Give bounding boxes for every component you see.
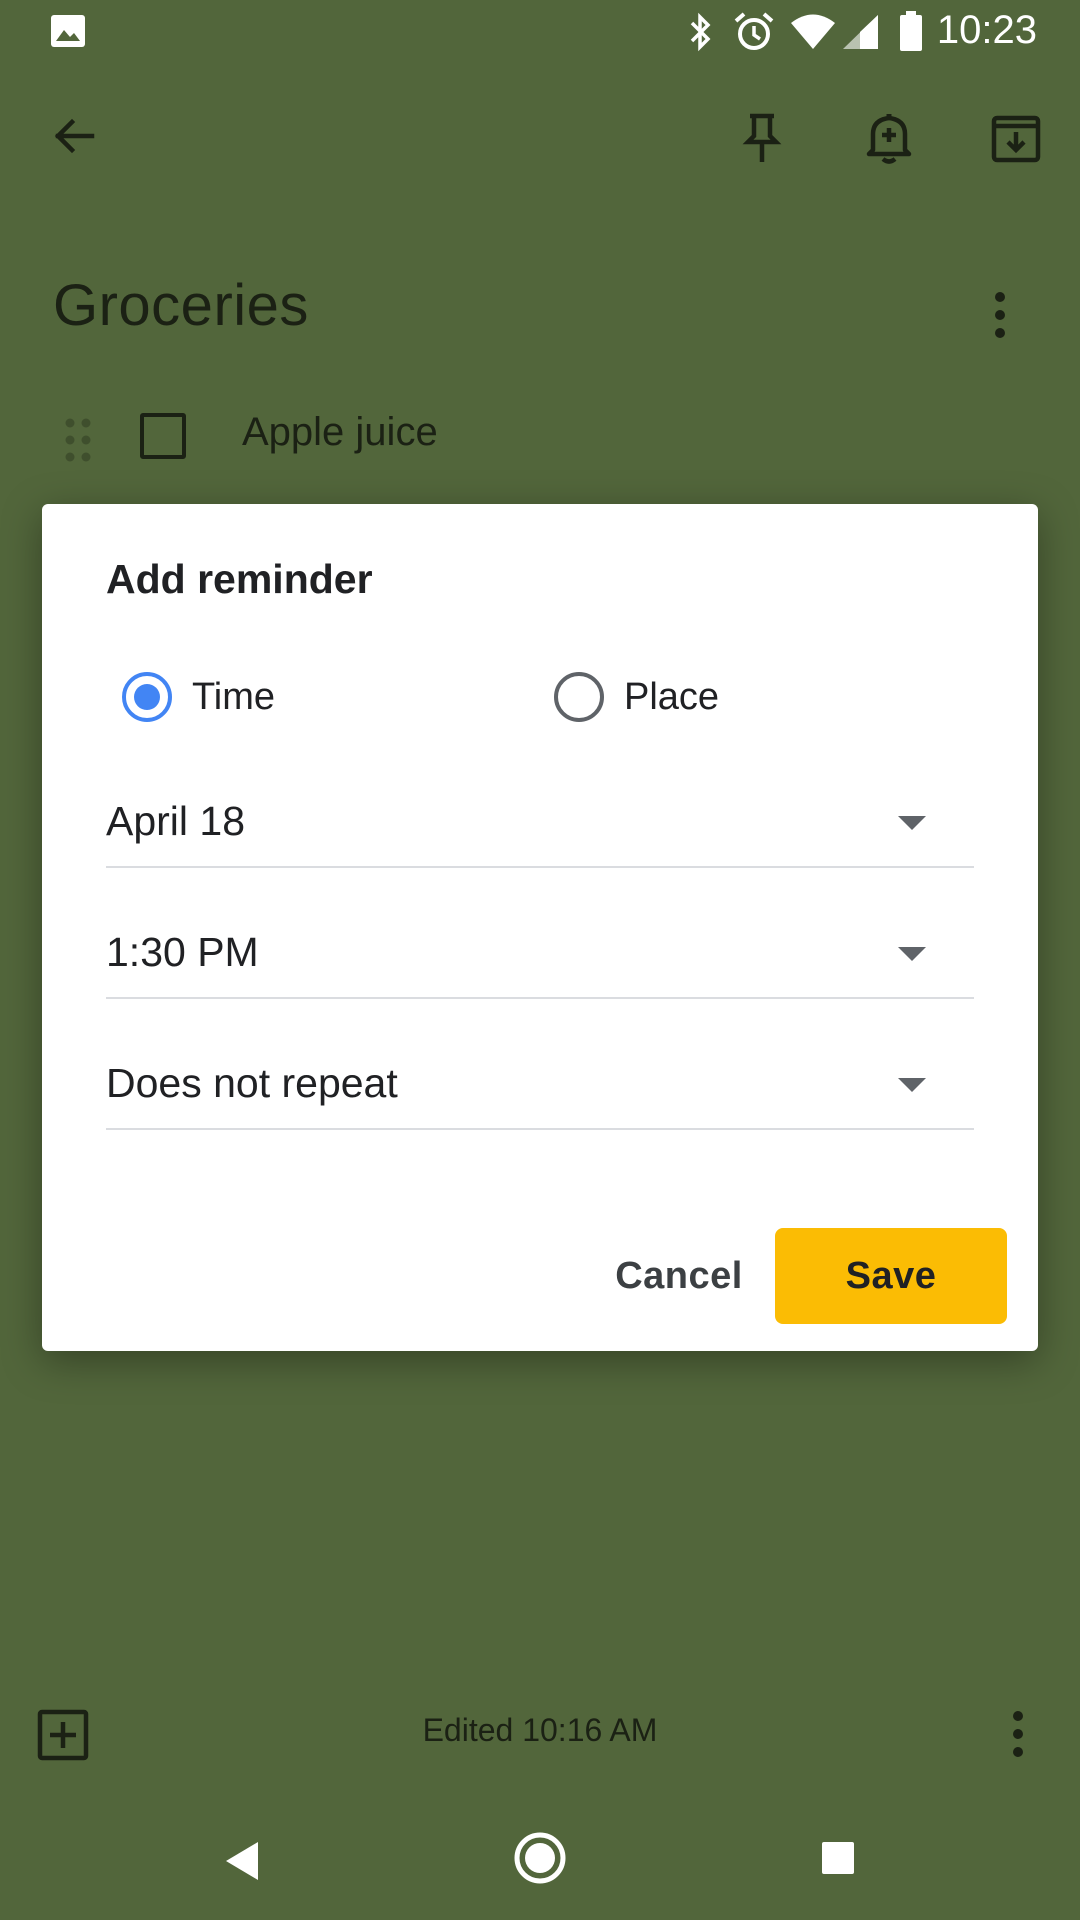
more-options-icon[interactable] bbox=[980, 285, 1020, 345]
nav-home-icon[interactable] bbox=[512, 1830, 568, 1886]
drag-handle-icon[interactable] bbox=[62, 415, 94, 465]
wifi-icon bbox=[791, 14, 835, 49]
edited-timestamp: Edited 10:16 AM bbox=[422, 1712, 658, 1748]
bluetooth-icon bbox=[690, 12, 711, 52]
item-label[interactable]: Apple juice bbox=[242, 410, 438, 455]
app-bar bbox=[0, 70, 1080, 200]
radio-time-label: Time bbox=[192, 676, 276, 718]
note-title[interactable]: Groceries bbox=[53, 272, 309, 339]
chevron-down-icon bbox=[898, 947, 926, 961]
pin-icon[interactable] bbox=[726, 100, 798, 172]
cancel-button[interactable]: Cancel bbox=[564, 1228, 794, 1324]
time-value: 1:30 PM bbox=[106, 929, 259, 975]
signal-icon bbox=[843, 15, 878, 49]
status-time: 10:23 bbox=[936, 8, 1037, 52]
alarm-icon bbox=[734, 12, 774, 50]
radio-time[interactable]: Time bbox=[122, 666, 422, 726]
dialog-title: Add reminder bbox=[106, 556, 373, 602]
image-icon bbox=[51, 15, 85, 47]
repeat-value: Does not repeat bbox=[106, 1060, 398, 1106]
chevron-down-icon bbox=[898, 1078, 926, 1092]
nav-back-icon[interactable] bbox=[218, 1836, 268, 1886]
date-value: April 18 bbox=[106, 798, 246, 844]
item-checkbox[interactable] bbox=[140, 413, 186, 459]
battery-icon bbox=[900, 11, 922, 51]
save-button[interactable]: Save bbox=[775, 1228, 1007, 1324]
back-arrow-icon[interactable] bbox=[38, 100, 110, 172]
radio-place[interactable]: Place bbox=[554, 666, 854, 726]
list-item bbox=[0, 405, 1080, 485]
radio-selected-icon[interactable] bbox=[122, 672, 172, 722]
date-dropdown[interactable]: April 18 bbox=[106, 786, 974, 868]
nav-recents-icon[interactable] bbox=[818, 1838, 858, 1878]
archive-icon[interactable] bbox=[980, 100, 1052, 172]
status-bar: 10:23 bbox=[0, 0, 1080, 63]
repeat-dropdown[interactable]: Does not repeat bbox=[106, 1048, 974, 1130]
reminder-bell-icon[interactable] bbox=[853, 100, 925, 172]
radio-place-label: Place bbox=[624, 676, 720, 718]
chevron-down-icon bbox=[898, 816, 926, 830]
system-nav-bar bbox=[0, 1800, 1080, 1920]
add-reminder-dialog: Add reminder Time Place April 18 1:30 PM… bbox=[42, 504, 1038, 1351]
radio-unselected-icon[interactable] bbox=[554, 672, 604, 722]
time-dropdown[interactable]: 1:30 PM bbox=[106, 917, 974, 999]
